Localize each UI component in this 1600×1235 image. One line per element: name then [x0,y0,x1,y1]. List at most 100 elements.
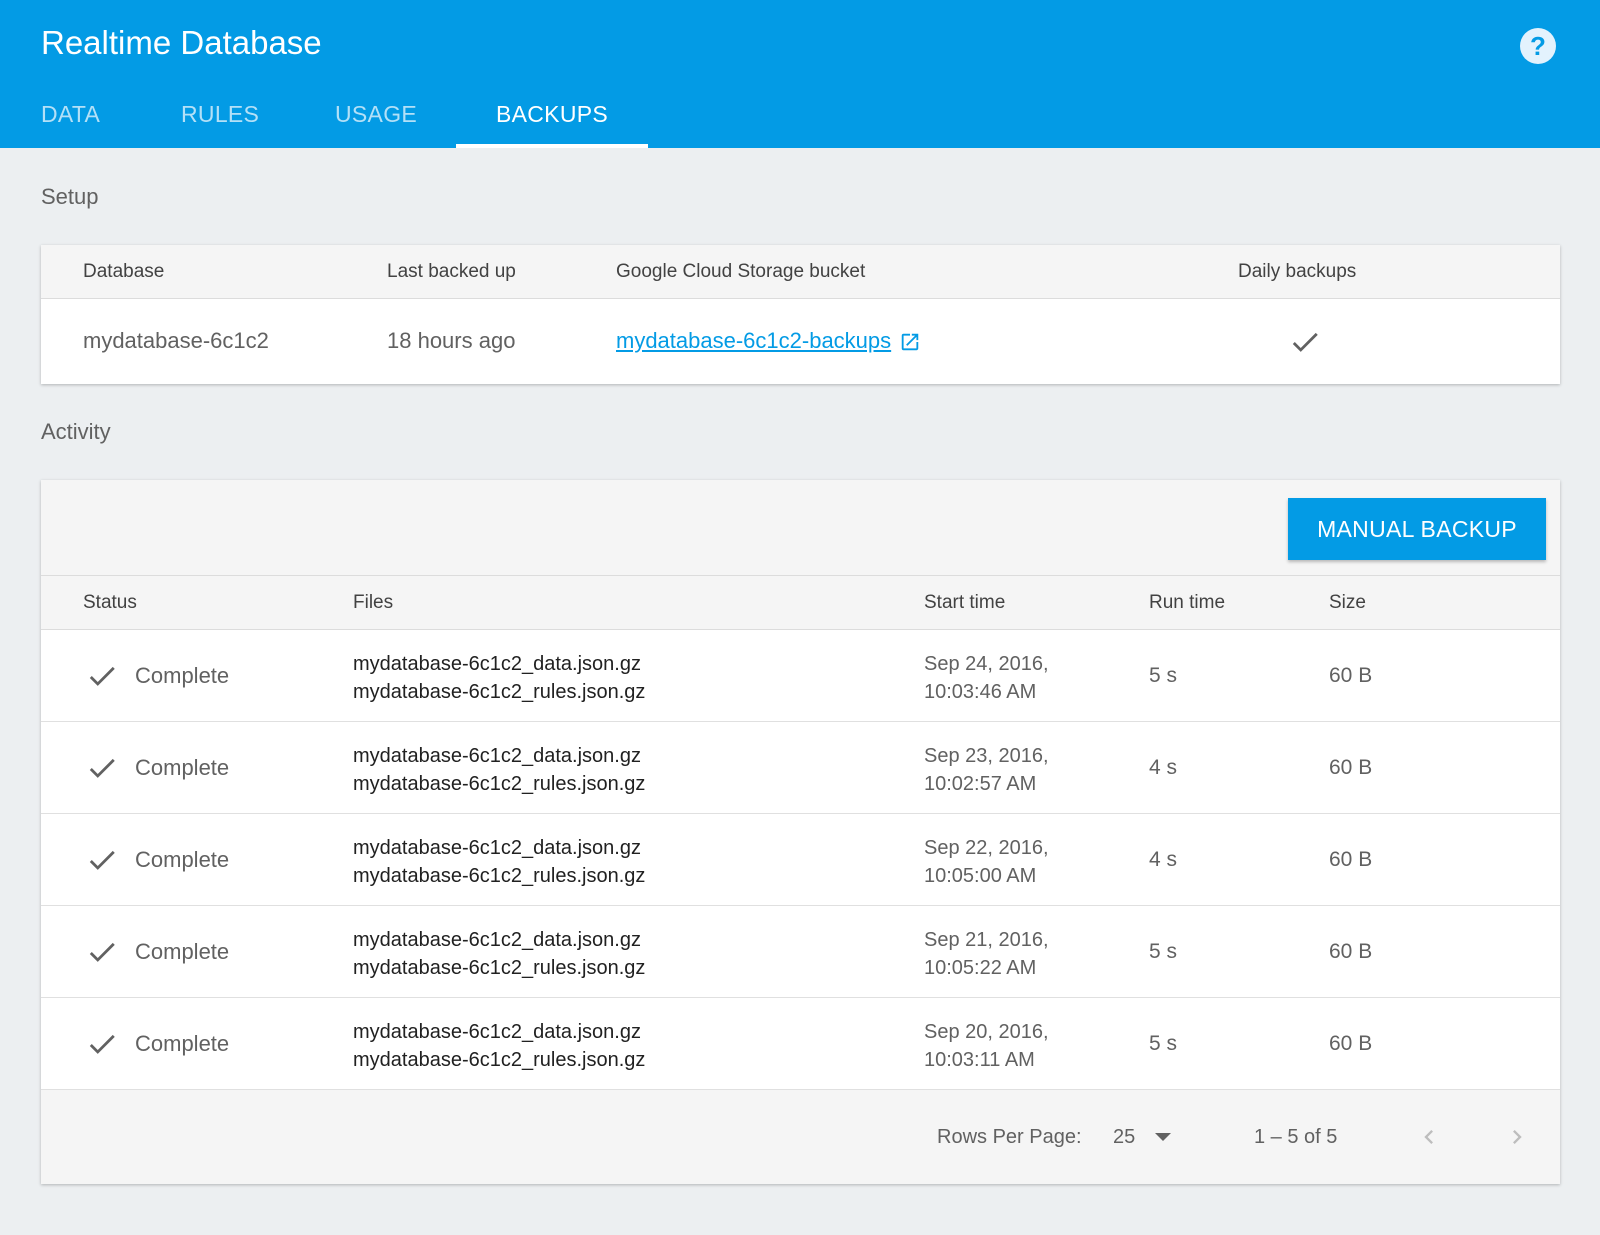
dropdown-arrow-icon[interactable] [1155,1133,1171,1141]
table-row[interactable]: Complete mydatabase-6c1c2_data.json.gz my… [41,630,1560,722]
status-cell: Complete [85,998,229,1089]
rules-file-name: mydatabase-6c1c2_rules.json.gz [353,681,646,703]
activity-toolbar: MANUAL BACKUP [41,480,1560,576]
setup-section-label: Setup [41,184,99,209]
run-time-cell: 5 s [1149,940,1178,963]
run-time-cell: 4 s [1149,756,1178,779]
start-clock: 10:02:57 AM [924,773,1037,795]
check-icon [89,942,115,962]
column-header-size: Size [1329,592,1366,613]
status-text: Complete [135,1030,230,1056]
rows-per-page-select[interactable]: 25 [1113,1090,1135,1184]
column-header-run-time: Run time [1149,592,1226,613]
data-file-name: mydatabase-6c1c2_data.json.gz [353,1021,641,1043]
rules-file-name: mydatabase-6c1c2_rules.json.gz [353,1049,646,1071]
chevron-left-icon[interactable] [1415,1123,1443,1151]
rules-file-name: mydatabase-6c1c2_rules.json.gz [353,773,646,795]
table-row[interactable]: Complete mydatabase-6c1c2_data.json.gz my… [41,722,1560,814]
rules-file-name: mydatabase-6c1c2_rules.json.gz [353,865,646,887]
status-cell: Complete [85,814,229,905]
activity-table-header: Status Files Start time Run time Size [41,576,1560,630]
tab-rules[interactable]: RULES [181,88,259,148]
bucket-cell: mydatabase-6c1c2-backups [616,299,921,383]
run-time-cell: 5 s [1149,664,1178,687]
files-cell: mydatabase-6c1c2_data.json.gz mydatabase-… [353,834,645,890]
rules-file-name: mydatabase-6c1c2_rules.json.gz [353,957,646,979]
check-icon [89,1034,115,1054]
check-icon [89,666,115,686]
check-icon [1292,333,1318,353]
column-header-start-time: Start time [924,592,1006,613]
tab-data[interactable]: DATA [41,88,100,148]
start-date: Sep 21, 2016, [924,929,1049,951]
status-cell: Complete [85,906,229,997]
bucket-link[interactable]: mydatabase-6c1c2-backups [616,328,891,353]
size-cell: 60 B [1329,848,1373,871]
size-cell: 60 B [1329,664,1373,687]
size-cell: 60 B [1329,1032,1373,1055]
status-text: Complete [135,938,230,964]
pagination-range: 1 – 5 of 5 [1254,1126,1338,1148]
activity-card: MANUAL BACKUP Status Files Start time Ru… [41,480,1560,1184]
size-cell: 60 B [1329,940,1373,963]
data-file-name: mydatabase-6c1c2_data.json.gz [353,929,641,951]
data-file-name: mydatabase-6c1c2_data.json.gz [353,837,641,859]
files-cell: mydatabase-6c1c2_data.json.gz mydatabase-… [353,1018,645,1074]
files-cell: mydatabase-6c1c2_data.json.gz mydatabase-… [353,742,645,798]
data-file-name: mydatabase-6c1c2_data.json.gz [353,653,641,675]
check-icon [89,758,115,778]
start-clock: 10:03:46 AM [924,681,1037,703]
files-cell: mydatabase-6c1c2_data.json.gz mydatabase-… [353,926,645,982]
app-header: Realtime Database ? DATA RULES USAGE BAC… [0,0,1600,148]
last-backed-up-value: 18 hours ago [387,328,516,353]
start-date: Sep 23, 2016, [924,745,1049,767]
setup-table-header: Database Last backed up Google Cloud Sto… [41,245,1560,299]
column-header-last-backed-up: Last backed up [387,261,516,282]
activity-rows: Complete mydatabase-6c1c2_data.json.gz my… [41,630,1560,1090]
tab-usage[interactable]: USAGE [335,88,417,148]
size-cell: 60 B [1329,756,1373,779]
column-header-status: Status [83,592,137,613]
start-clock: 10:05:22 AM [924,957,1037,979]
run-time-cell: 4 s [1149,848,1178,871]
column-header-bucket: Google Cloud Storage bucket [616,261,866,282]
status-text: Complete [135,754,230,780]
help-icon[interactable]: ? [1520,28,1556,64]
run-time-cell: 5 s [1149,1032,1178,1055]
database-name: mydatabase-6c1c2 [83,328,269,353]
table-row[interactable]: Complete mydatabase-6c1c2_data.json.gz my… [41,814,1560,906]
start-time-cell: Sep 21, 2016, 10:05:22 AM [924,926,1049,982]
table-footer: Rows Per Page: 25 1 – 5 of 5 [41,1090,1560,1184]
start-clock: 10:03:11 AM [924,1049,1035,1071]
status-cell: Complete [85,722,229,813]
start-clock: 10:05:00 AM [924,865,1037,887]
start-time-cell: Sep 24, 2016, 10:03:46 AM [924,650,1049,706]
tab-bar: DATA RULES USAGE BACKUPS [0,88,1600,148]
daily-backups-cell [1288,299,1322,383]
rows-per-page-label: Rows Per Page: [937,1126,1082,1148]
activity-section-label: Activity [41,419,111,444]
start-date: Sep 20, 2016, [924,1021,1049,1043]
start-time-cell: Sep 22, 2016, 10:05:00 AM [924,834,1049,890]
data-file-name: mydatabase-6c1c2_data.json.gz [353,745,641,767]
column-header-database: Database [83,261,165,282]
start-time-cell: Sep 23, 2016, 10:02:57 AM [924,742,1049,798]
start-date: Sep 24, 2016, [924,653,1049,675]
table-row[interactable]: Complete mydatabase-6c1c2_data.json.gz my… [41,998,1560,1090]
status-text: Complete [135,846,230,872]
open-in-new-icon[interactable] [899,331,921,353]
table-row[interactable]: Complete mydatabase-6c1c2_data.json.gz my… [41,906,1560,998]
setup-card: Database Last backed up Google Cloud Sto… [41,245,1560,384]
start-time-cell: Sep 20, 2016, 10:03:11 AM [924,1018,1049,1074]
tab-backups[interactable]: BACKUPS [456,88,648,148]
status-cell: Complete [85,630,229,721]
start-date: Sep 22, 2016, [924,837,1049,859]
check-icon [89,850,115,870]
column-header-daily-backups: Daily backups [1238,261,1357,282]
files-cell: mydatabase-6c1c2_data.json.gz mydatabase-… [353,650,645,706]
chevron-right-icon[interactable] [1503,1123,1531,1151]
status-text: Complete [135,662,230,688]
column-header-files: Files [353,592,394,613]
page-title: Realtime Database [41,24,322,61]
manual-backup-button[interactable]: MANUAL BACKUP [1288,498,1546,560]
